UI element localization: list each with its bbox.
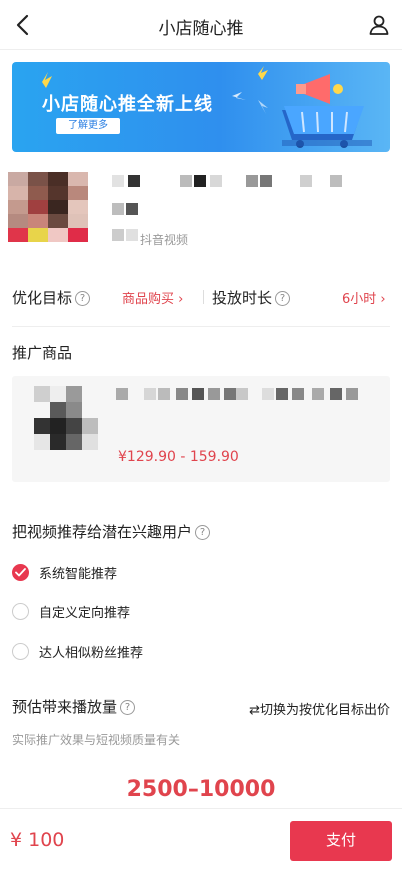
radio-label: 自定义定向推荐 [39, 605, 131, 621]
video-source: 抖音视频 [140, 233, 189, 247]
page-title: 小店随心推 [158, 19, 244, 39]
estimate-title-wrap: 预估带来播放量? [12, 696, 136, 717]
optimization-row: 优化目标? 商品购买 › 投放时长? 6小时 › [12, 282, 390, 312]
audience-title-wrap: 把视频推荐给潜在兴趣用户? [12, 521, 211, 542]
help-icon[interactable]: ? [275, 291, 291, 306]
audience-section-title: 把视频推荐给潜在兴趣用户 [12, 523, 193, 541]
video-thumbnail[interactable] [8, 172, 88, 242]
product-card[interactable]: ¥129.90 - 159.90 [12, 376, 390, 482]
optimization-goal-select[interactable]: 商品购买 › [122, 288, 183, 307]
duration-label: 投放时长 [212, 289, 273, 307]
radio-custom-targeting[interactable]: 自定义定向推荐 [12, 600, 130, 622]
duration-select[interactable]: 6小时 › [342, 288, 386, 307]
estimate-title: 预估带来播放量 [12, 698, 118, 716]
user-button[interactable] [364, 10, 394, 40]
switch-bid-mode-link[interactable]: ⇄切换为按优化目标出价 [249, 699, 390, 718]
help-icon[interactable]: ? [75, 291, 91, 306]
top-nav-bar: 小店随心推 [0, 0, 402, 50]
pay-button[interactable]: 支付 [290, 821, 392, 861]
optimization-goal-label: 优化目标 [12, 289, 73, 307]
radio-checked-icon [12, 563, 29, 581]
duration-label-wrap: 投放时长? [212, 287, 291, 308]
radio-label: 达人相似粉丝推荐 [39, 645, 144, 661]
help-icon[interactable]: ? [120, 700, 136, 715]
radio-similar-fans[interactable]: 达人相似粉丝推荐 [12, 640, 143, 662]
product-price: ¥129.90 - 159.90 [118, 449, 239, 465]
total-amount: ¥ 100 [10, 829, 65, 851]
goal-label-wrap: 优化目标? [12, 287, 91, 308]
estimated-plays: 2500–10000 [126, 777, 276, 802]
row-separator [203, 290, 204, 304]
user-icon [369, 15, 389, 35]
banner-headline: 小店随心推全新上线 [42, 94, 213, 115]
divider [12, 326, 390, 327]
radio-unchecked-icon [12, 602, 29, 620]
estimate-note: 实际推广效果与短视频质量有关 [12, 733, 181, 747]
radio-system-recommend[interactable]: 系统智能推荐 [12, 561, 117, 583]
product-section-title: 推广商品 [12, 344, 73, 362]
promo-banner[interactable]: 小店随心推全新上线 了解更多 [12, 62, 390, 152]
bottom-pay-bar: ¥ 100 支付 [0, 808, 402, 872]
radio-unchecked-icon [12, 642, 29, 660]
learn-more-button[interactable]: 了解更多 [56, 118, 120, 134]
help-icon[interactable]: ? [195, 525, 211, 540]
radio-label: 系统智能推荐 [39, 566, 118, 582]
